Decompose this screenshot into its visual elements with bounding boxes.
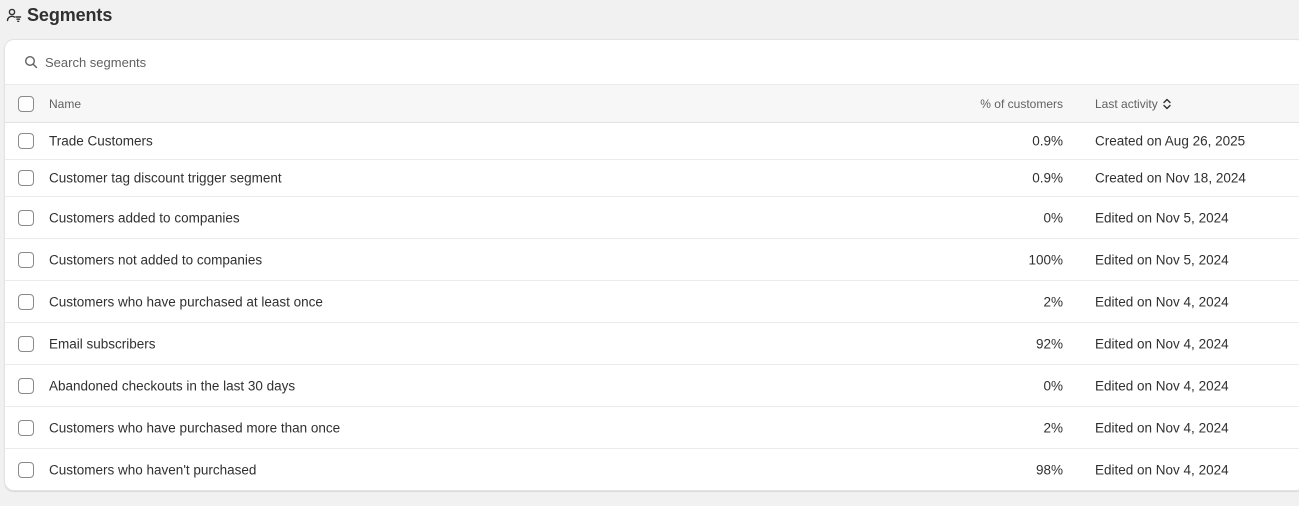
segment-percent: 0% (1043, 210, 1063, 225)
page-title: Segments (27, 4, 113, 25)
column-header-name: Name (49, 96, 82, 111)
select-all-checkbox[interactable] (18, 95, 34, 112)
segment-name[interactable]: Customers who have purchased at least on… (49, 294, 323, 309)
segment-last-activity: Edited on Nov 4, 2024 (1095, 462, 1229, 477)
table-header: Name % of customers Last activity (5, 85, 1299, 123)
search-bar (5, 40, 1299, 85)
table-row[interactable]: Customers added to companies 0% Edited o… (5, 197, 1299, 239)
segment-name[interactable]: Customer tag discount trigger segment (49, 171, 282, 186)
table-row[interactable]: Trade Customers 0.9% Created on Aug 26, … (5, 123, 1299, 160)
segments-card: Name % of customers Last activity Trade … (4, 39, 1299, 491)
segment-name[interactable]: Email subscribers (49, 336, 156, 351)
segment-percent: 0.9% (1032, 133, 1063, 149)
row-checkbox[interactable] (18, 209, 34, 226)
search-input[interactable] (45, 50, 645, 74)
segment-last-activity: Edited on Nov 5, 2024 (1095, 252, 1229, 267)
segment-name[interactable]: Customers who haven't purchased (49, 462, 256, 477)
segment-last-activity: Edited on Nov 5, 2024 (1095, 210, 1229, 225)
column-header-percent: % of customers (980, 96, 1063, 111)
segment-percent: 92% (1035, 336, 1063, 351)
segment-name[interactable]: Customers added to companies (49, 210, 240, 225)
customer-segment-icon (5, 6, 23, 24)
row-checkbox[interactable] (18, 293, 34, 310)
segment-last-activity: Edited on Nov 4, 2024 (1095, 378, 1229, 393)
segment-name[interactable]: Customers who have purchased more than o… (49, 420, 340, 435)
row-checkbox[interactable] (18, 461, 34, 478)
segment-last-activity: Edited on Nov 4, 2024 (1095, 294, 1229, 309)
row-checkbox[interactable] (18, 377, 34, 394)
segment-last-activity: Edited on Nov 4, 2024 (1095, 420, 1229, 435)
table-row[interactable]: Customers who have purchased at least on… (5, 281, 1299, 323)
segment-percent: 2% (1043, 420, 1063, 435)
column-header-last-activity: Last activity (1095, 96, 1158, 111)
row-checkbox[interactable] (18, 419, 34, 436)
sort-icon (1162, 98, 1172, 110)
segment-percent: 98% (1035, 462, 1063, 477)
segment-last-activity: Created on Nov 18, 2024 (1095, 170, 1246, 186)
segment-percent: 100% (1028, 252, 1063, 267)
segment-name[interactable]: Customers not added to companies (49, 252, 262, 267)
sort-last-activity-button[interactable]: Last activity (1095, 97, 1172, 111)
table-row[interactable]: Customer tag discount trigger segment 0.… (5, 160, 1299, 197)
segment-percent: 0% (1043, 378, 1063, 393)
segment-percent: 0.9% (1032, 170, 1063, 186)
segment-last-activity: Edited on Nov 4, 2024 (1095, 336, 1229, 351)
row-checkbox[interactable] (18, 335, 34, 352)
row-checkbox[interactable] (18, 170, 34, 186)
row-checkbox[interactable] (18, 133, 34, 149)
row-checkbox[interactable] (18, 251, 34, 268)
page-header: Segments (5, 0, 112, 30)
table-row[interactable]: Customers not added to companies 100% Ed… (5, 239, 1299, 281)
table-row[interactable]: Customers who have purchased more than o… (5, 407, 1299, 449)
table-row[interactable]: Email subscribers 92% Edited on Nov 4, 2… (5, 323, 1299, 365)
search-icon (23, 54, 39, 70)
segment-last-activity: Created on Aug 26, 2025 (1095, 133, 1246, 149)
segment-name[interactable]: Trade Customers (49, 134, 153, 149)
segment-name[interactable]: Abandoned checkouts in the last 30 days (49, 378, 295, 393)
table-row[interactable]: Abandoned checkouts in the last 30 days … (5, 365, 1299, 407)
table-row[interactable]: Customers who haven't purchased 98% Edit… (5, 449, 1299, 490)
segment-percent: 2% (1043, 294, 1063, 309)
